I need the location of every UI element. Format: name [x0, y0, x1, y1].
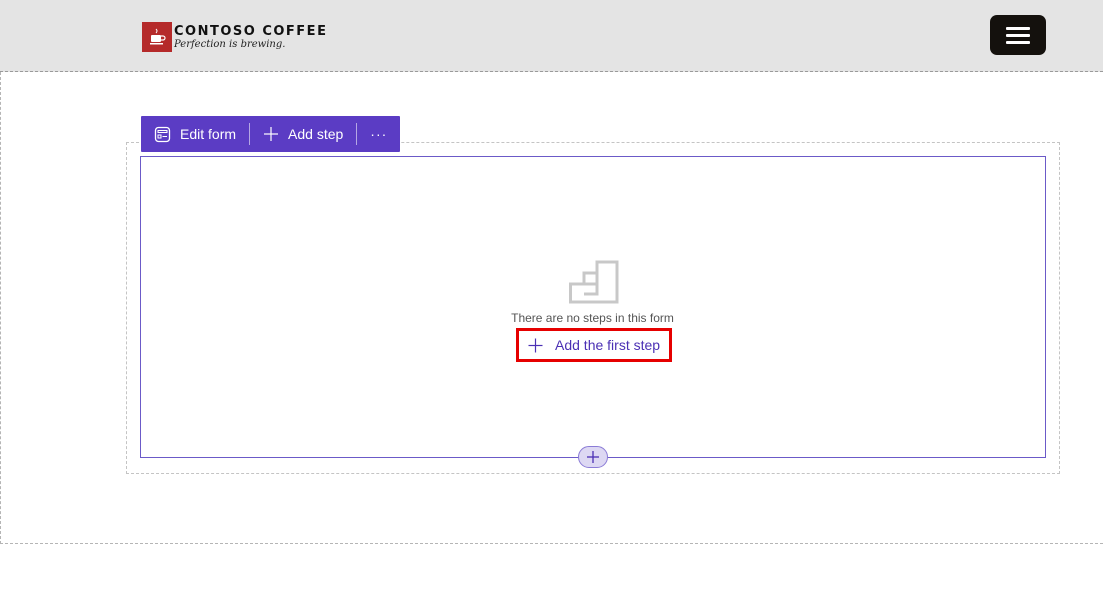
more-options-button[interactable]: ··· — [357, 116, 400, 152]
add-first-step-button[interactable]: Add the first step — [516, 328, 672, 362]
form-toolbar: Edit form Add step ··· — [141, 116, 401, 152]
steps-icon — [569, 260, 619, 309]
add-first-step-label: Add the first step — [555, 337, 661, 353]
brand-logo[interactable]: CONTOSO COFFEE Perfection is brewing. — [142, 22, 327, 52]
brand-name: CONTOSO COFFEE — [174, 23, 328, 39]
plus-icon — [528, 338, 543, 353]
hamburger-menu-icon[interactable] — [990, 15, 1046, 55]
plus-icon — [587, 451, 599, 463]
edit-form-label: Edit form — [180, 126, 237, 142]
site-header: CONTOSO COFFEE Perfection is brewing. — [0, 0, 1103, 72]
brand-tagline: Perfection is brewing. — [174, 38, 286, 50]
add-step-button[interactable]: Add step — [250, 116, 356, 152]
empty-state-message: There are no steps in this form — [511, 311, 674, 325]
form-edit-icon — [154, 126, 171, 143]
plus-icon — [263, 126, 279, 142]
coffee-cup-icon — [142, 22, 172, 52]
add-step-label: Add step — [288, 126, 344, 142]
edit-form-button[interactable]: Edit form — [141, 116, 249, 152]
add-section-button[interactable] — [578, 446, 608, 468]
